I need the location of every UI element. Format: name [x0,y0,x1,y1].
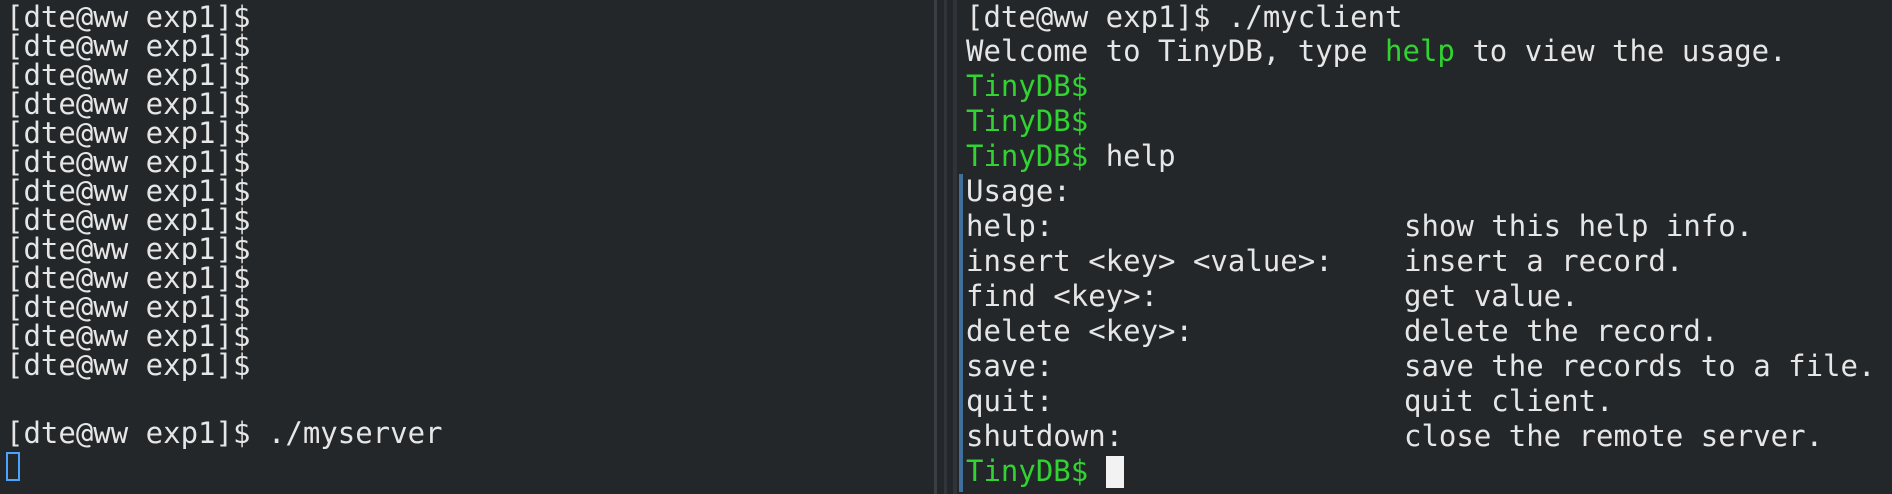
usage-description: show this help info. [1404,209,1754,243]
prompt-line: [dte@ww exp1]$ [6,348,250,383]
command-text: help [1105,139,1176,173]
command-text: ./myserver [267,416,443,450]
usage-command: help: [966,209,1054,243]
tinydb-prompt: TinyDB$ [966,69,1089,103]
usage-row: delete <key>: delete the record. [966,314,1892,349]
usage-row: find <key>: get value. [966,279,1892,314]
usage-row: shutdown: close the remote server. [966,419,1892,454]
usage-command: save: [966,349,1054,383]
usage-row: insert <key> <value>: insert a record. [966,244,1892,279]
usage-command: insert <key> <value>: [966,244,1333,278]
usage-description: get value. [1404,279,1579,313]
usage-description: save the records to a file. [1404,349,1876,383]
usage-command: shutdown: [966,419,1124,453]
tinydb-prompt-line: TinyDB$ [966,454,1088,489]
scrollbar[interactable] [953,0,957,494]
tinydb-command-line: TinyDB$ help [966,139,1176,174]
tinydb-prompt-line: TinyDB$ [966,69,1088,104]
divider-rail [944,0,947,494]
usage-command: find <key>: [966,279,1159,313]
usage-title-text: Usage: [966,174,1071,208]
welcome-help-keyword: help [1385,34,1455,68]
shell-prompt: [dte@ww exp1]$ [966,0,1211,34]
left-terminal-pane[interactable]: [dte@ww exp1]$ [dte@ww exp1]$ [dte@ww ex… [0,0,934,494]
tinydb-prompt: TinyDB$ [966,454,1089,488]
usage-title: Usage: [966,174,1071,209]
terminal-cursor [1106,456,1124,488]
usage-command: quit: [966,384,1054,418]
command-line: [dte@ww exp1]$ ./myclient [966,0,1403,35]
usage-row: quit: quit client. [966,384,1892,419]
shell-prompt: [dte@ww exp1]$ [6,348,251,382]
tinydb-prompt: TinyDB$ [966,104,1089,138]
command-line: [dte@ww exp1]$ ./myserver [6,416,443,451]
terminal-cursor [6,452,20,481]
usage-description: insert a record. [1404,244,1684,278]
usage-description: delete the record. [1404,314,1719,348]
terminal-window: [dte@ww exp1]$ [dte@ww exp1]$ [dte@ww ex… [0,0,1892,494]
right-terminal-pane[interactable]: [dte@ww exp1]$ ./myclient Welcome to Tin… [964,0,1892,494]
command-text: ./myclient [1227,0,1403,34]
divider-rail [934,0,937,494]
welcome-text: Welcome to TinyDB, type [966,34,1386,68]
selection-marker [959,174,963,492]
usage-description: close the remote server. [1404,419,1824,453]
welcome-line: Welcome to TinyDB, type help to view the… [966,34,1787,69]
usage-row: save: save the records to a file. [966,349,1892,384]
usage-command: delete <key>: [966,314,1193,348]
usage-row: help: show this help info. [966,209,1892,244]
tinydb-prompt: TinyDB$ [966,139,1089,173]
welcome-text-end: to view the usage. [1454,34,1787,68]
tinydb-prompt-line: TinyDB$ [966,104,1088,139]
shell-prompt: [dte@ww exp1]$ [6,416,251,450]
usage-description: quit client. [1404,384,1614,418]
